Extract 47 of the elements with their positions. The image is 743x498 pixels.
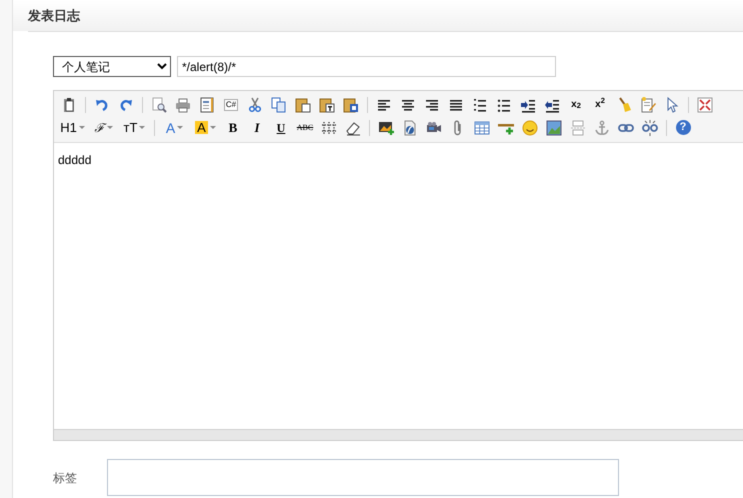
table-icon [474,120,490,136]
broken-link-icon [642,120,658,136]
strikethrough-button[interactable]: ABC [293,116,317,138]
fullscreen-icon [697,96,713,112]
category-select[interactable]: 个人笔记 [53,56,171,77]
bullet-list-icon [496,96,512,112]
underline-button[interactable]: U [269,116,293,138]
template-icon [199,96,215,112]
edit-page-icon [640,96,656,112]
eraser-icon [345,120,361,136]
dotted-lines-icon [321,120,337,136]
anchor-icon [594,120,610,136]
caret-icon [106,126,112,129]
caret-icon [177,126,184,129]
italic-button[interactable]: I [245,116,269,138]
superscript-button[interactable]: x$^{2}$ [588,94,612,116]
heading-button[interactable]: H1 [57,116,88,138]
caret-icon [139,126,146,129]
image-icon [378,120,394,136]
caret-icon [78,126,85,129]
tags-label: 标签 [53,470,78,486]
numbered-list-icon [472,96,488,112]
title-field[interactable]: */alert(8)/* [177,56,556,77]
tags-field[interactable] [107,459,619,496]
page-break-icon [570,120,586,136]
scissors-icon [247,96,263,112]
landscape-image-icon [546,120,562,136]
font-size-button[interactable]: ᴛT [119,116,150,138]
smiley-icon [522,120,538,136]
page-heading: 发表日志 [28,0,743,32]
paste-text-icon [319,96,335,112]
highlight-color-button[interactable]: A [190,116,221,138]
printer-icon [175,96,191,112]
paste-icon [295,96,311,112]
clipboard-icon [61,96,77,112]
code-button[interactable]: C# [219,94,243,116]
preview-icon [151,96,167,112]
copy-icon [271,96,287,112]
caret-icon [210,126,216,129]
text-color-button[interactable]: A [159,116,190,138]
editor-text: ddddd [58,153,92,167]
bold-button[interactable]: B [221,116,245,138]
font-family-button[interactable]: ℱ [88,116,119,138]
paste-word-icon [343,96,359,112]
subscript-button[interactable]: x$_{2}$ [564,94,588,116]
flash-page-icon [402,120,418,136]
help-button[interactable]: ? [671,116,695,138]
